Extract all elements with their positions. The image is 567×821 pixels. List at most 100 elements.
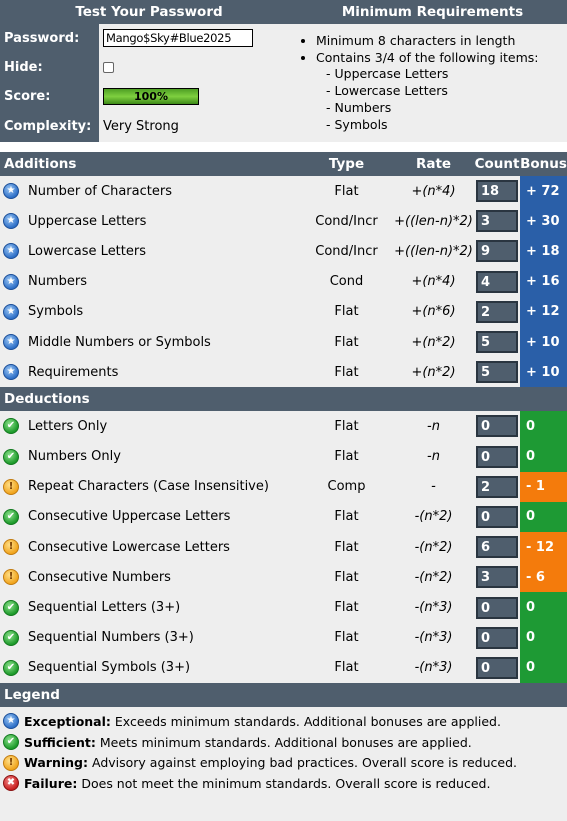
requirements-list: Minimum 8 characters in length Contains … [298, 33, 567, 133]
row-count-cell: 5 [474, 331, 520, 354]
deductions-table: ✔ Letters Only Flat -n 0 0 ✔ Numbers Only Flat -n… [0, 411, 567, 683]
row-rate: -(n*3) [414, 630, 453, 646]
row-count: 0 [476, 445, 518, 468]
table-row: ✔ Sequential Symbols (3+) Flat -(n*3) 0 0 [0, 652, 567, 683]
row-label: Letters Only [28, 418, 108, 434]
test-password-header: Test Your Password [0, 0, 298, 24]
row-count: 3 [476, 210, 518, 233]
row-bonus: 0 [520, 411, 567, 442]
row-label: Consecutive Lowercase Letters [28, 539, 230, 555]
row-bonus: 0 [520, 501, 567, 533]
top-section: Test Your Password Password: Hide: Score… [0, 0, 567, 142]
legend-term: Warning: [24, 755, 88, 771]
deductions-header: Deductions [0, 387, 567, 412]
row-label: Middle Numbers or Symbols [28, 334, 211, 350]
row-name-cell: ✔ Letters Only [0, 418, 300, 435]
row-name-cell: ★ Number of Characters [0, 183, 300, 200]
sufficient-icon: ✔ [3, 418, 19, 435]
row-name-cell: ✔ Consecutive Uppercase Letters [0, 508, 300, 525]
row-name-cell: ★ Uppercase Letters [0, 213, 300, 230]
row-bonus: + 18 [520, 236, 567, 267]
table-row: ★ Middle Numbers or Symbols Flat +(n*2) 5 + 1… [0, 326, 567, 358]
exceptional-icon: ★ [3, 334, 19, 351]
row-count: 4 [476, 270, 518, 293]
row-label: Numbers Only [28, 449, 121, 465]
count-column-header: Count [474, 156, 520, 172]
row-count-cell: 9 [474, 240, 520, 263]
failure-icon: ✖ [3, 775, 19, 792]
table-row: ✔ Numbers Only Flat -n 0 0 [0, 441, 567, 472]
row-count: 2 [476, 300, 518, 323]
row-rate: -n [427, 449, 440, 465]
row-name-cell: ★ Lowercase Letters [0, 243, 300, 260]
sufficient-icon: ✔ [3, 734, 19, 751]
row-count-cell: 4 [474, 270, 520, 293]
sufficient-icon: ✔ [3, 659, 19, 676]
row-count: 0 [476, 656, 518, 679]
row-name-cell: ★ Numbers [0, 273, 300, 290]
row-label: Sequential Numbers (3+) [28, 630, 194, 646]
row-rate: -(n*3) [414, 600, 453, 616]
row-count-cell: 6 [474, 536, 520, 559]
hide-row: Hide: [0, 52, 298, 82]
row-bonus: - 6 [520, 562, 567, 593]
row-type: Flat [334, 660, 359, 676]
divider [0, 142, 567, 152]
type-column-header: Type [328, 156, 365, 172]
row-bonus: + 30 [520, 206, 567, 237]
legend-header: Legend [0, 683, 567, 707]
row-type: Comp [327, 479, 366, 495]
row-rate: +(n*6) [411, 304, 456, 320]
row-count-cell: 0 [474, 445, 520, 468]
sufficient-icon: ✔ [3, 508, 19, 525]
row-count: 0 [476, 415, 518, 438]
row-rate: +(n*2) [411, 364, 456, 380]
requirement-subitem: - Numbers [326, 99, 392, 115]
row-count: 18 [476, 180, 518, 203]
row-label: Consecutive Numbers [28, 569, 171, 585]
additions-title: Additions [4, 156, 77, 172]
row-count-cell: 0 [474, 415, 520, 438]
row-name-cell: ✔ Sequential Symbols (3+) [0, 659, 300, 676]
deductions-title: Deductions [4, 391, 90, 408]
complexity-label: Complexity: [0, 110, 99, 142]
password-input[interactable] [103, 29, 253, 47]
row-name-cell: ✔ Sequential Numbers (3+) [0, 629, 300, 646]
exceptional-icon: ★ [3, 273, 19, 290]
score-bar: 100% [103, 87, 199, 105]
legend-item: ★ Exceptional: Exceeds minimum standards. … [3, 711, 567, 732]
row-type: Cond/Incr [315, 213, 378, 229]
legend-item: ! Warning: Advisory against employing bad … [3, 752, 567, 773]
row-label: Sequential Symbols (3+) [28, 660, 191, 676]
table-row: ★ Symbols Flat +(n*6) 2 + 12 [0, 296, 567, 327]
requirement-item: Minimum 8 characters in length [316, 33, 567, 50]
row-label: Symbols [28, 304, 84, 320]
table-row: ★ Numbers Cond +(n*4) 4 + 16 [0, 266, 567, 297]
row-label: Number of Characters [28, 183, 172, 199]
legend-item: ✔ Sufficient: Meets minimum standards. Add… [3, 732, 567, 753]
row-name-cell: ★ Middle Numbers or Symbols [0, 334, 300, 351]
row-name-cell: ! Consecutive Numbers [0, 569, 300, 586]
row-type: Flat [334, 334, 359, 350]
table-row: ★ Lowercase Letters Cond/Incr +((len-n)*2) 9… [0, 236, 567, 267]
row-type: Flat [334, 418, 359, 434]
legend-text: Does not meet the minimum standards. Ove… [81, 775, 491, 791]
row-count-cell: 3 [474, 210, 520, 233]
row-label: Sequential Letters (3+) [28, 600, 181, 616]
exceptional-icon: ★ [3, 303, 19, 320]
row-type: Cond [329, 274, 364, 290]
requirement-subitem: - Uppercase Letters [326, 66, 449, 82]
row-type: Flat [334, 569, 359, 585]
row-count-cell: 0 [474, 656, 520, 679]
row-rate: +(n*4) [411, 183, 456, 199]
row-count: 0 [476, 626, 518, 649]
sufficient-icon: ✔ [3, 629, 19, 646]
row-count: 3 [476, 566, 518, 589]
warning-icon: ! [3, 754, 19, 771]
hide-checkbox[interactable] [103, 61, 114, 73]
password-row: Password: [0, 24, 298, 52]
row-label: Numbers [28, 274, 87, 290]
table-row: ✔ Sequential Numbers (3+) Flat -(n*3) 0 0 [0, 622, 567, 653]
exceptional-icon: ★ [3, 213, 19, 230]
hide-label: Hide: [0, 52, 99, 82]
